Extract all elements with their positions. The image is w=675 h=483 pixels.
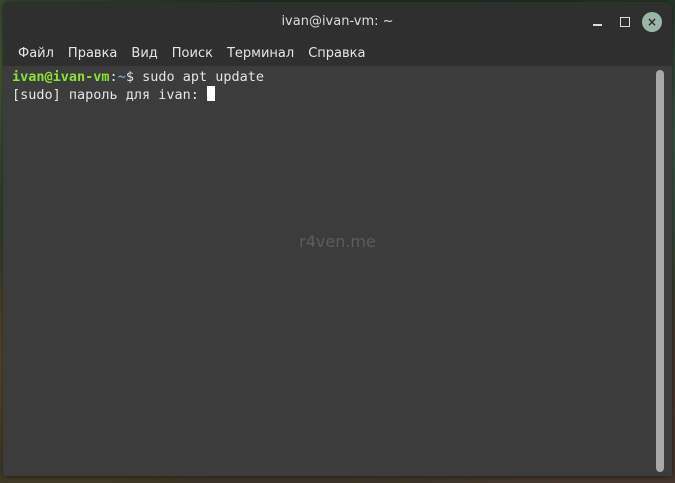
menu-terminal[interactable]: Терминал: [220, 46, 301, 61]
maximize-icon: [620, 17, 630, 27]
close-button[interactable]: ×: [642, 12, 662, 32]
minimize-icon: [592, 24, 602, 26]
maximize-button[interactable]: [614, 11, 636, 33]
menu-edit[interactable]: Правка: [61, 46, 124, 61]
prompt-user-host: ivan@ivan-vm: [12, 69, 110, 85]
window-title: ivan@ivan-vm: ~: [281, 13, 394, 29]
menu-view[interactable]: Вид: [124, 46, 164, 61]
watermark: r4ven.me: [299, 232, 376, 251]
close-icon: ×: [646, 15, 658, 29]
menu-file[interactable]: Файл: [11, 46, 61, 61]
menu-help[interactable]: Справка: [301, 46, 372, 61]
prompt-separator: :: [109, 69, 118, 85]
minimize-button[interactable]: [586, 11, 608, 33]
prompt-symbol: $: [125, 69, 134, 85]
password-prompt: [sudo] пароль для ivan:: [12, 87, 208, 103]
menu-search[interactable]: Поиск: [165, 46, 220, 61]
scrollbar[interactable]: [656, 70, 664, 472]
text-cursor: [207, 86, 216, 101]
command-text: sudo apt update: [133, 69, 265, 85]
menu-bar: Файл Правка Вид Поиск Терминал Справка: [3, 40, 672, 66]
terminal-output: ivan@ivan-vm:~$ sudo apt update [sudo] п…: [12, 69, 264, 104]
window-controls: ×: [586, 11, 662, 33]
terminal-area[interactable]: ivan@ivan-vm:~$ sudo apt update [sudo] п…: [3, 66, 672, 476]
terminal-window[interactable]: ivan@ivan-vm: ~ × Файл Правка Вид Поиск …: [3, 2, 672, 476]
prompt-path: ~: [117, 69, 126, 85]
title-bar[interactable]: ivan@ivan-vm: ~ ×: [3, 2, 672, 40]
